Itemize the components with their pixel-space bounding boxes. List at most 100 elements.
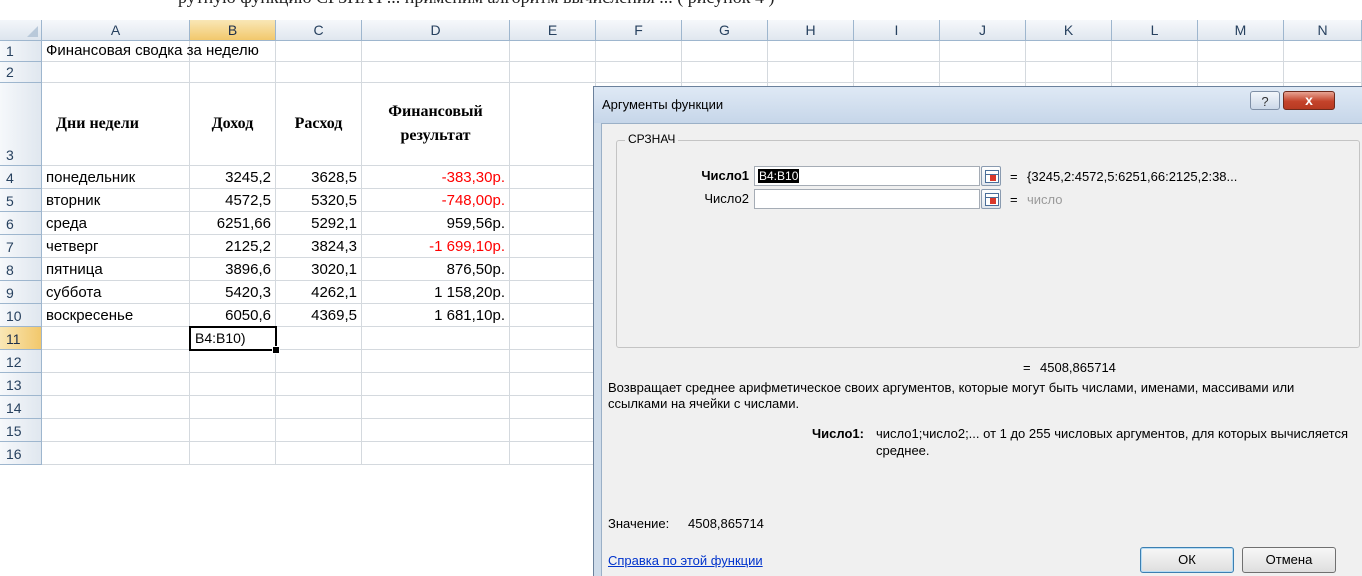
arg2-input[interactable]	[754, 189, 980, 209]
column-header-n[interactable]: N	[1284, 20, 1362, 41]
empty-cell[interactable]	[42, 350, 190, 373]
empty-cell[interactable]	[190, 350, 276, 373]
cell-b3-header-income[interactable]: Доход	[190, 83, 276, 166]
column-header-j[interactable]: J	[940, 20, 1026, 41]
row-header-12[interactable]: 12	[0, 350, 42, 373]
empty-cell[interactable]	[190, 373, 276, 396]
row-header-2[interactable]: 2	[0, 62, 42, 83]
column-header-a[interactable]: A	[42, 20, 190, 41]
empty-cell[interactable]	[940, 41, 1026, 62]
cell-income[interactable]: 3245,2	[190, 166, 276, 189]
empty-cell[interactable]	[276, 327, 362, 350]
cell-expense[interactable]: 4369,5	[276, 304, 362, 327]
arg1-input[interactable]: B4:B10	[754, 166, 980, 186]
cell-income[interactable]: 2125,2	[190, 235, 276, 258]
empty-cell[interactable]	[510, 235, 596, 258]
column-header-b[interactable]: B	[190, 20, 276, 41]
column-header-f[interactable]: F	[596, 20, 682, 41]
empty-cell[interactable]	[190, 442, 276, 465]
empty-cell[interactable]	[276, 442, 362, 465]
empty-cell[interactable]	[362, 62, 510, 83]
cell-income[interactable]: 3896,6	[190, 258, 276, 281]
row-header-16[interactable]: 16	[0, 442, 42, 465]
empty-cell[interactable]	[682, 62, 768, 83]
arg1-collapse-button[interactable]	[981, 166, 1001, 186]
empty-cell[interactable]	[510, 189, 596, 212]
help-question-icon[interactable]: ?	[1250, 91, 1280, 110]
empty-cell[interactable]	[42, 62, 190, 83]
help-on-function-link[interactable]: Справка по этой функции	[608, 553, 763, 568]
empty-cell[interactable]	[276, 350, 362, 373]
row-header-1[interactable]: 1	[0, 41, 42, 62]
empty-cell[interactable]	[362, 442, 510, 465]
cell-day[interactable]: воскресенье	[42, 304, 190, 327]
cell-expense[interactable]: 5292,1	[276, 212, 362, 235]
empty-cell[interactable]	[768, 41, 854, 62]
empty-cell[interactable]	[510, 62, 596, 83]
cell-d3-header-result[interactable]: Финансовый результат	[362, 83, 510, 166]
cell-day[interactable]: вторник	[42, 189, 190, 212]
select-all-corner-icon[interactable]	[0, 20, 42, 41]
close-icon[interactable]: x	[1283, 91, 1335, 110]
cell-result[interactable]: -1 699,10р.	[362, 235, 510, 258]
cell-day[interactable]: среда	[42, 212, 190, 235]
empty-cell[interactable]	[42, 327, 190, 350]
empty-cell[interactable]	[1112, 41, 1198, 62]
empty-cell[interactable]	[1198, 41, 1284, 62]
empty-cell[interactable]	[190, 396, 276, 419]
cell-result[interactable]: -383,30р.	[362, 166, 510, 189]
row-header-7[interactable]: 7	[0, 235, 42, 258]
empty-cell[interactable]	[190, 419, 276, 442]
empty-cell[interactable]	[362, 350, 510, 373]
row-header-15[interactable]: 15	[0, 419, 42, 442]
empty-cell[interactable]	[1026, 41, 1112, 62]
column-header-g[interactable]: G	[682, 20, 768, 41]
row-header-10[interactable]: 10	[0, 304, 42, 327]
fill-handle[interactable]	[272, 346, 280, 354]
column-header-e[interactable]: E	[510, 20, 596, 41]
empty-cell[interactable]	[190, 62, 276, 83]
empty-cell[interactable]	[854, 62, 940, 83]
empty-cell[interactable]	[510, 281, 596, 304]
empty-cell[interactable]	[510, 419, 596, 442]
column-header-h[interactable]: H	[768, 20, 854, 41]
empty-cell[interactable]	[510, 41, 596, 62]
cell-income[interactable]: 4572,5	[190, 189, 276, 212]
column-header-l[interactable]: L	[1112, 20, 1198, 41]
ok-button[interactable]: ОК	[1140, 547, 1234, 573]
cell-income[interactable]: 6050,6	[190, 304, 276, 327]
empty-cell[interactable]	[768, 62, 854, 83]
cell-a1-sheet-title[interactable]: Финансовая сводка за неделю	[42, 41, 259, 62]
empty-cell[interactable]	[362, 396, 510, 419]
empty-cell[interactable]	[362, 327, 510, 350]
dialog-titlebar[interactable]: Аргументы функции ? x	[594, 87, 1362, 123]
cell-day[interactable]: понедельник	[42, 166, 190, 189]
empty-cell[interactable]	[510, 396, 596, 419]
cell-expense[interactable]: 3020,1	[276, 258, 362, 281]
cell-day[interactable]: суббота	[42, 281, 190, 304]
empty-cell[interactable]	[510, 166, 596, 189]
empty-cell[interactable]	[940, 62, 1026, 83]
empty-cell[interactable]	[362, 419, 510, 442]
cancel-button[interactable]: Отмена	[1242, 547, 1336, 573]
empty-cell[interactable]	[510, 83, 596, 166]
empty-cell[interactable]	[854, 41, 940, 62]
cell-day[interactable]: пятница	[42, 258, 190, 281]
empty-cell[interactable]	[276, 41, 362, 62]
column-header-k[interactable]: K	[1026, 20, 1112, 41]
row-header-6[interactable]: 6	[0, 212, 42, 235]
empty-cell[interactable]	[1112, 62, 1198, 83]
row-header-13[interactable]: 13	[0, 373, 42, 396]
cell-income[interactable]: 6251,66	[190, 212, 276, 235]
empty-cell[interactable]	[1198, 62, 1284, 83]
row-header-14[interactable]: 14	[0, 396, 42, 419]
empty-cell[interactable]	[1284, 62, 1362, 83]
cell-expense[interactable]: 3824,3	[276, 235, 362, 258]
row-header-8[interactable]: 8	[0, 258, 42, 281]
cell-result[interactable]: 959,56р.	[362, 212, 510, 235]
empty-cell[interactable]	[42, 373, 190, 396]
empty-cell[interactable]	[276, 62, 362, 83]
empty-cell[interactable]	[510, 212, 596, 235]
empty-cell[interactable]	[510, 327, 596, 350]
empty-cell[interactable]	[42, 419, 190, 442]
